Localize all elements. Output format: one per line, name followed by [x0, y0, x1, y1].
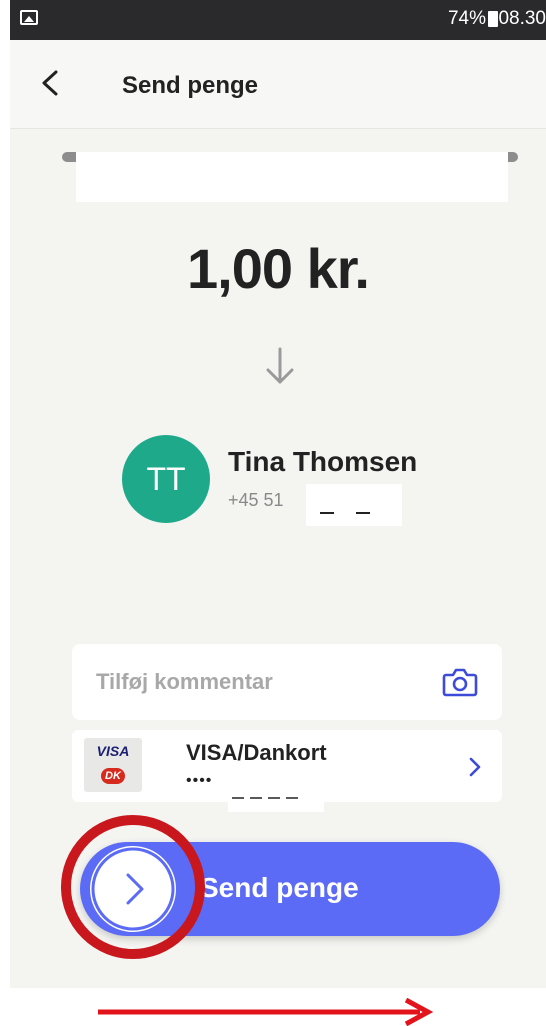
chevron-right-circle-icon	[91, 847, 175, 931]
header: Send penge	[10, 40, 546, 129]
redacted-phone-digits	[306, 484, 402, 526]
battery-percent: 74%	[447, 8, 486, 29]
dankort-badge: DK	[101, 768, 125, 784]
arrow-down-icon	[266, 347, 294, 384]
clock: 08.30	[498, 8, 546, 29]
slider-knob[interactable]	[90, 846, 176, 932]
camera-icon[interactable]	[442, 666, 478, 698]
back-arrow-icon[interactable]	[40, 70, 62, 96]
status-bar: 74% 08.30	[10, 0, 546, 40]
chevron-right-icon[interactable]	[468, 756, 482, 778]
battery-icon	[488, 11, 498, 27]
annotation-arrow-icon	[98, 998, 434, 1026]
comment-field[interactable]: Tilføj kommentar	[72, 644, 502, 720]
redaction-dashes	[232, 797, 304, 799]
recipient-avatar: TT	[122, 435, 210, 523]
card-masked-number: ••••	[186, 772, 213, 789]
visa-dankort-logo: VISA DK	[84, 738, 142, 792]
app-screen: 74% 08.30 Send penge 1,00 kr. TT Tina Th…	[10, 0, 546, 988]
amount-value: 1,00 kr.	[187, 237, 370, 300]
visa-text: VISA	[96, 743, 130, 759]
recipient-phone: +45 51	[228, 490, 284, 510]
card-name: VISA/Dankort	[186, 740, 327, 765]
redacted-area	[76, 152, 508, 202]
recipient-name: Tina Thomsen	[228, 446, 418, 477]
gallery-notification-icon	[20, 10, 38, 25]
comment-placeholder: Tilføj kommentar	[96, 669, 273, 694]
send-button-label: Send penge	[200, 872, 359, 903]
page-title: Send penge	[122, 72, 259, 99]
redacted-card-digits	[228, 790, 324, 812]
